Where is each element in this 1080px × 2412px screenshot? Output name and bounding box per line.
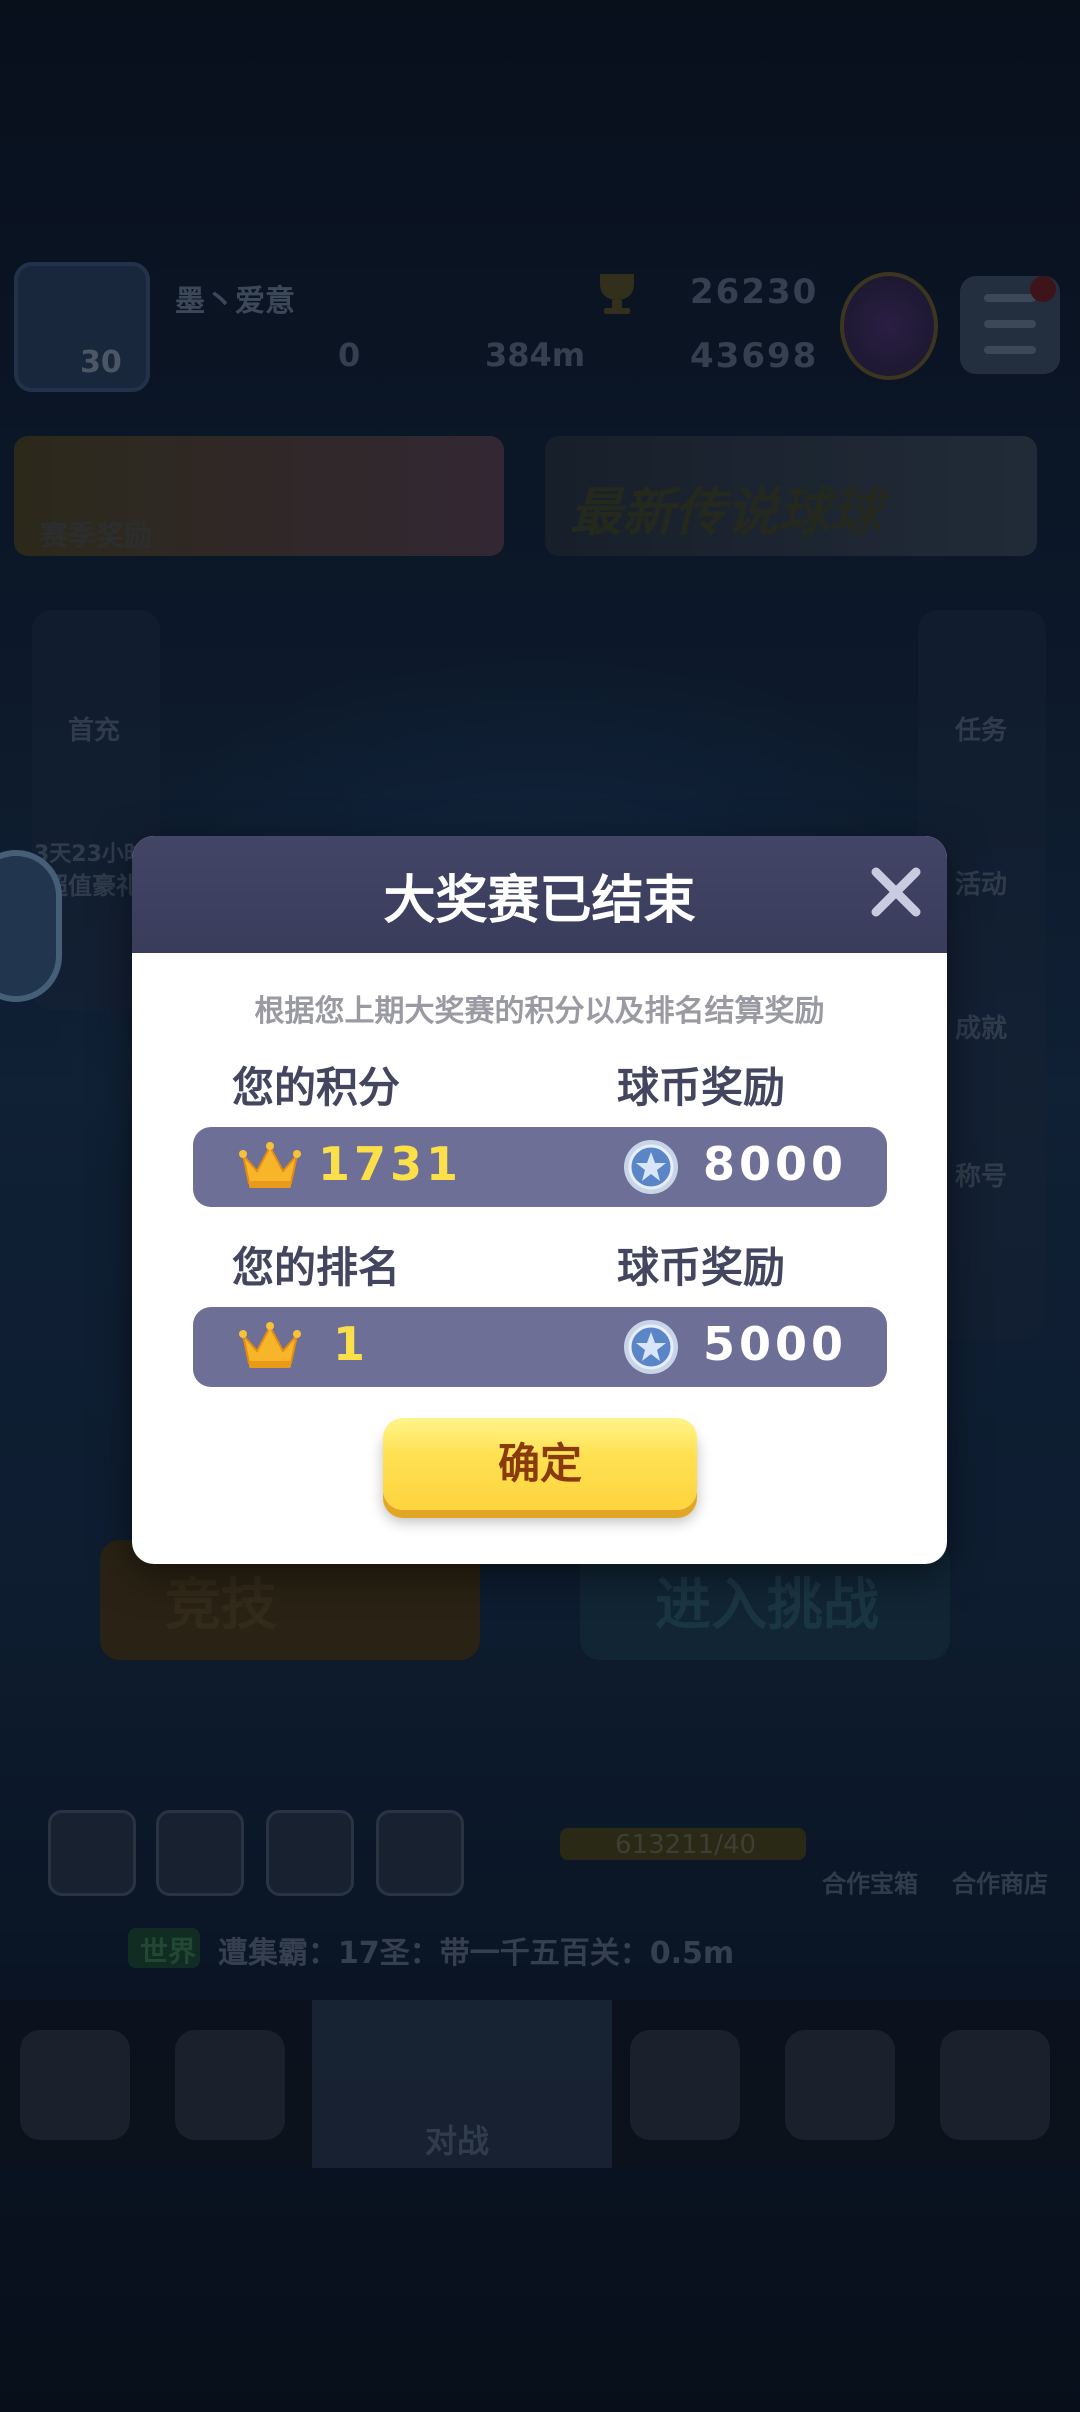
grand-prix-ended-dialog: 大奖赛已结束 根据您上期大奖赛的积分以及排名结算奖励 您的积分 球币奖励 173…	[132, 836, 947, 1564]
rank-reward-label: 球币奖励	[617, 1243, 786, 1292]
score-label: 您的积分	[232, 1063, 401, 1112]
rank-row: 1 5000	[193, 1307, 887, 1387]
confirm-button[interactable]: 确定	[383, 1418, 697, 1510]
crown-icon	[239, 1322, 301, 1368]
score-reward-label: 球币奖励	[617, 1063, 786, 1112]
rank-reward-value: 5000	[703, 1317, 848, 1371]
score-reward-value: 8000	[703, 1137, 848, 1191]
coin-icon	[624, 1140, 678, 1194]
close-icon[interactable]	[866, 862, 926, 922]
rank-label: 您的排名	[232, 1243, 401, 1292]
score-row: 1731 8000	[193, 1127, 887, 1207]
dialog-title: 大奖赛已结束	[383, 871, 696, 931]
dialog-subtitle: 根据您上期大奖赛的积分以及排名结算奖励	[254, 994, 825, 1029]
rank-value: 1	[333, 1317, 370, 1371]
crown-icon	[239, 1142, 301, 1188]
score-value: 1731	[318, 1137, 463, 1191]
coin-icon	[624, 1320, 678, 1374]
